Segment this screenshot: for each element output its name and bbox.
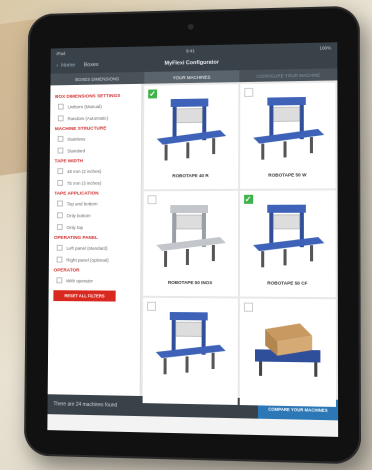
- checkmark-icon[interactable]: ✓: [243, 194, 253, 204]
- machine-image: [151, 84, 231, 169]
- checkbox-icon[interactable]: ✓: [147, 301, 156, 311]
- checkbox-icon[interactable]: [56, 244, 63, 251]
- back-label: Home: [61, 62, 76, 69]
- checkbox-icon[interactable]: [57, 103, 64, 110]
- machine-image: [247, 299, 329, 387]
- filter-option-label: Stainless: [67, 136, 86, 142]
- machine-card[interactable]: ✓ ROBOTAPE 50 CF: [239, 190, 336, 298]
- filter-option-label: Only bottom: [66, 212, 91, 218]
- checkbox-icon[interactable]: [56, 256, 63, 263]
- checkbox-icon[interactable]: [57, 147, 64, 154]
- filter-option[interactable]: Top and bottom: [57, 200, 136, 207]
- machine-card[interactable]: ✓ ROBOTAPE 50 INOX: [143, 190, 238, 297]
- status-carrier: iPad: [56, 50, 66, 56]
- filter-option-label: Left panel (standard): [66, 245, 108, 251]
- filter-option-label: With operator: [66, 277, 93, 283]
- filter-option-label: Uniform (Manual): [67, 103, 102, 109]
- machine-name: ROBOTAPE 50 INOX: [167, 279, 213, 286]
- filter-section-title: OPERATING PANEL: [53, 235, 98, 241]
- checkbox-icon[interactable]: [57, 200, 63, 207]
- machine-card[interactable]: ✓ ROBOTAPE 40 R: [143, 84, 238, 190]
- section-label: Boxes: [83, 62, 99, 69]
- filter-option-label: Standard: [67, 147, 86, 153]
- checkbox-icon[interactable]: [57, 168, 64, 175]
- filter-option-label: 75 mm (3 inches): [66, 180, 102, 186]
- filter-option-label: Right panel (optional): [66, 257, 109, 263]
- tablet-device: iPad 9:41 100% ‹ Home Boxes MyFlexi Conf…: [23, 5, 362, 465]
- status-battery: 100%: [319, 44, 332, 51]
- checkmark-icon[interactable]: ✓: [148, 89, 158, 99]
- filter-option[interactable]: Stainless: [57, 135, 137, 142]
- checkbox-icon[interactable]: [56, 224, 63, 231]
- machine-card[interactable]: ✓ ROBOTAPE 50 W: [239, 82, 336, 189]
- machine-grid: ✓ ROBOTAPE 40 R ✓ ROBOTAPE 50 W ✓ ROBOTAPE 50…: [140, 80, 339, 407]
- filter-option[interactable]: Right panel (optional): [56, 256, 136, 263]
- filter-section-title: TAPE APPLICATION: [54, 191, 99, 197]
- chevron-left-icon: ‹: [56, 62, 59, 69]
- machine-card[interactable]: ✓: [142, 297, 238, 405]
- filter-option[interactable]: Uniform (Manual): [57, 103, 136, 110]
- filter-option[interactable]: With operator: [56, 277, 135, 284]
- checkbox-icon[interactable]: ✓: [243, 302, 253, 312]
- checkbox-icon[interactable]: [57, 135, 64, 142]
- machine-name: ROBOTAPE 50 CF: [267, 280, 308, 286]
- reset-filters-button[interactable]: Reset all filters: [53, 290, 116, 302]
- checkbox-icon[interactable]: ✓: [243, 87, 253, 97]
- checkbox-icon[interactable]: [56, 212, 63, 219]
- checkbox-icon[interactable]: ✓: [147, 195, 157, 205]
- filter-section-title: TAPE WIDTH: [54, 159, 84, 165]
- machine-image: [247, 83, 328, 169]
- machine-image: [247, 190, 329, 276]
- checkbox-icon[interactable]: [56, 277, 63, 284]
- checkbox-icon[interactable]: [57, 115, 64, 122]
- app-screen: iPad 9:41 100% ‹ Home Boxes MyFlexi Conf…: [47, 42, 339, 437]
- back-button[interactable]: ‹ Home Boxes: [56, 62, 98, 69]
- filter-section-title: MACHINE STRUCTURE: [54, 126, 107, 133]
- machine-image: [150, 298, 230, 385]
- checkbox-icon[interactable]: [57, 179, 64, 186]
- filter-option[interactable]: Only bottom: [56, 212, 136, 219]
- filter-option[interactable]: Standard: [57, 147, 137, 154]
- filter-option-label: Only top: [66, 224, 84, 230]
- filter-section-title: BOX DIMENSIONS SETTINGS: [55, 93, 121, 100]
- filter-option-label: 48 mm (2 inches): [66, 168, 102, 174]
- filter-section-title: OPERATOR: [53, 268, 80, 274]
- filter-option-label: Random (Automatic): [67, 115, 109, 121]
- machine-name: ROBOTAPE 40 R: [172, 173, 209, 179]
- filter-sidebar: BOX DIMENSIONS SETTINGS Uniform (Manual) R…: [47, 83, 143, 396]
- filter-option[interactable]: Random (Automatic): [57, 114, 137, 122]
- results-count: There are 24 machines found: [53, 401, 118, 409]
- filter-option[interactable]: Only top: [56, 224, 136, 231]
- filter-option[interactable]: Left panel (standard): [56, 244, 136, 251]
- filter-option[interactable]: 48 mm (2 inches): [57, 168, 136, 175]
- camera-icon: [187, 23, 194, 30]
- machine-name: ROBOTAPE 50 W: [268, 172, 307, 178]
- filter-option[interactable]: 75 mm (3 inches): [57, 179, 136, 186]
- main-content: BOX DIMENSIONS SETTINGS Uniform (Manual) R…: [47, 80, 339, 407]
- machine-image: [150, 191, 230, 276]
- status-time: 9:41: [186, 47, 195, 53]
- machine-card[interactable]: ✓: [239, 298, 336, 407]
- filter-option-label: Top and bottom: [66, 200, 98, 206]
